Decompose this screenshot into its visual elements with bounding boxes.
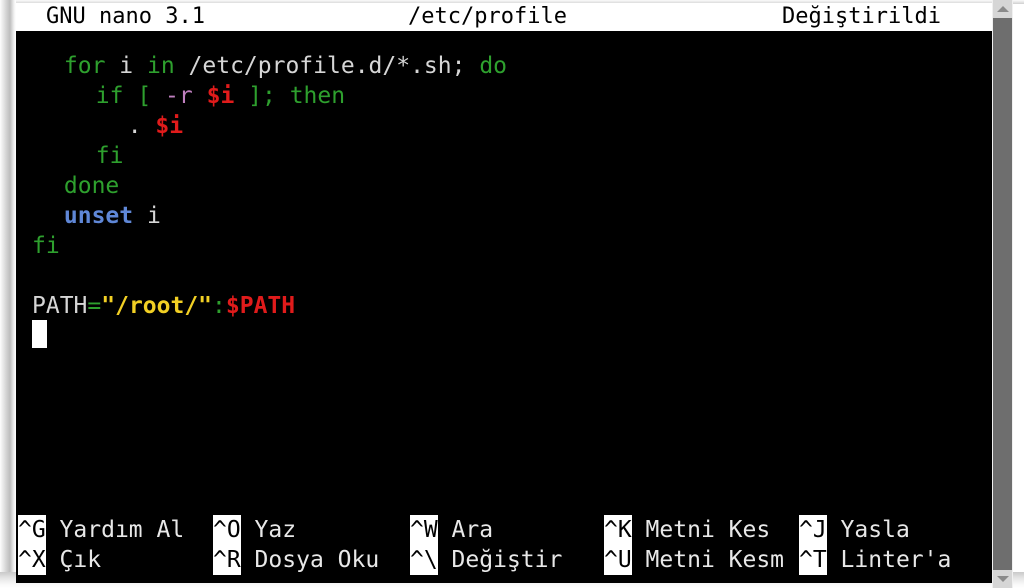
code-token-kw: fi — [95, 143, 124, 169]
code-token-kw-blue: unset — [63, 203, 134, 229]
shortcut-label: Dosya Oku — [240, 547, 380, 573]
code-token-kw: do — [479, 53, 508, 79]
code-token-plain: i — [133, 203, 161, 229]
shortcut-R-item[interactable]: ^R Dosya Oku — [213, 545, 379, 575]
shortcut-O-item[interactable]: ^O Yaz — [213, 515, 296, 545]
shortcut-key-badge: ^U — [604, 545, 632, 575]
shortcut-key-badge: ^G — [18, 515, 46, 545]
editor-text-area[interactable]: for i in /etc/profile.d/*.sh; do if [ -r … — [16, 31, 992, 503]
scroll-up-arrow-glyph — [997, 6, 1009, 12]
app-version-label: GNU nano 3.1 — [46, 4, 205, 29]
code-token-var: $PATH — [225, 293, 296, 319]
shortcut-T-item[interactable]: ^T Linter'a — [799, 545, 951, 575]
shortcut-label: Yardım Al — [45, 517, 185, 543]
code-token-plain: . — [127, 113, 156, 139]
code-line[interactable]: if [ -r $i ]; then — [96, 81, 345, 111]
code-token-kw: for — [63, 53, 106, 79]
scroll-down-arrow-icon[interactable] — [993, 570, 1012, 588]
code-line[interactable]: fi — [32, 231, 60, 261]
code-token-var: $i — [206, 83, 235, 109]
terminal-window: GNU nano 3.1 /etc/profile Değiştirildi f… — [0, 0, 1024, 588]
shortcut-key-badge: ^\ — [410, 545, 438, 575]
terminal-surface[interactable]: GNU nano 3.1 /etc/profile Değiştirildi f… — [16, 3, 992, 583]
modified-status-label: Değiştirildi — [782, 4, 941, 29]
vertical-scrollbar[interactable] — [992, 0, 1013, 588]
code-token-str: "/root/" — [101, 293, 213, 319]
code-token-flag: -r — [165, 83, 193, 109]
shortcut-label: Yasla — [826, 517, 910, 543]
shortcut-key-badge: ^X — [18, 545, 46, 575]
shortcut-label: Metni Kesm — [631, 547, 785, 573]
shortcut-key-badge: ^T — [799, 545, 827, 575]
shortcut-key-badge: ^W — [410, 515, 438, 545]
shortcut-label: Değiştir — [437, 547, 563, 573]
code-line[interactable]: . $i — [128, 111, 183, 141]
shortcut-J-item[interactable]: ^J Yasla — [799, 515, 910, 545]
code-token-plain: PATH — [32, 293, 88, 319]
code-token-kw: if [ — [95, 83, 166, 109]
code-line[interactable]: for i in /etc/profile.d/*.sh; do — [64, 51, 507, 81]
shortcut-X-item[interactable]: ^X Çık — [18, 545, 101, 575]
nano-shortcut-help-bar: ^G Yardım Al ^O Yaz ^W Ara ^K Metni Kes ^J Y… — [16, 503, 992, 583]
code-token-kw: ]; — [234, 83, 290, 109]
filename-label: /etc/profile — [408, 4, 567, 29]
code-line[interactable]: PATH="/root/":$PATH — [32, 291, 295, 321]
shortcut-G-item[interactable]: ^G Yardım Al — [18, 515, 184, 545]
code-token-kw: done — [63, 173, 120, 199]
shortcut-key-badge: ^O — [213, 515, 241, 545]
code-token-kw: then — [289, 83, 346, 109]
code-token-kw: fi — [32, 233, 60, 259]
code-token-var: $i — [155, 113, 184, 139]
shortcut--item[interactable]: ^\ Değiştir — [410, 545, 562, 575]
shortcut-W-item[interactable]: ^W Ara — [410, 515, 493, 545]
shortcut-key-badge: ^R — [213, 545, 241, 575]
code-line[interactable]: fi — [96, 141, 124, 171]
shortcut-U-item[interactable]: ^U Metni Kesm — [604, 545, 784, 575]
scroll-up-arrow-icon[interactable] — [993, 0, 1012, 18]
code-token-plain: /etc/profile.d/*.sh; — [174, 53, 480, 79]
shortcut-key-badge: ^J — [799, 515, 827, 545]
code-token-plain: i — [105, 53, 147, 79]
nano-title-bar: GNU nano 3.1 /etc/profile Değiştirildi — [16, 3, 992, 31]
window-left-bevel — [0, 0, 16, 588]
scrollbar-thumb[interactable] — [993, 18, 1012, 570]
shortcut-K-item[interactable]: ^K Metni Kes — [604, 515, 770, 545]
shortcut-row-2: ^X Çık ^R Dosya Oku ^\ Değiştir ^U Metni Ke… — [16, 545, 992, 575]
shortcut-key-badge: ^K — [604, 515, 632, 545]
code-token-kw: in — [146, 53, 175, 79]
shortcut-label: Linter'a — [826, 547, 952, 573]
code-token-op: = — [87, 293, 102, 319]
scroll-down-arrow-glyph — [997, 576, 1009, 582]
shortcut-label: Yaz — [240, 517, 297, 543]
code-line[interactable]: done — [64, 171, 119, 201]
code-line[interactable]: unset i — [64, 201, 161, 231]
shortcut-label: Ara — [437, 517, 494, 543]
text-cursor — [32, 320, 47, 348]
shortcut-row-1: ^G Yardım Al ^O Yaz ^W Ara ^K Metni Kes ^J Y… — [16, 515, 992, 545]
shortcut-label: Çık — [45, 547, 102, 573]
code-token-op: : — [212, 293, 226, 319]
shortcut-label: Metni Kes — [631, 517, 771, 543]
